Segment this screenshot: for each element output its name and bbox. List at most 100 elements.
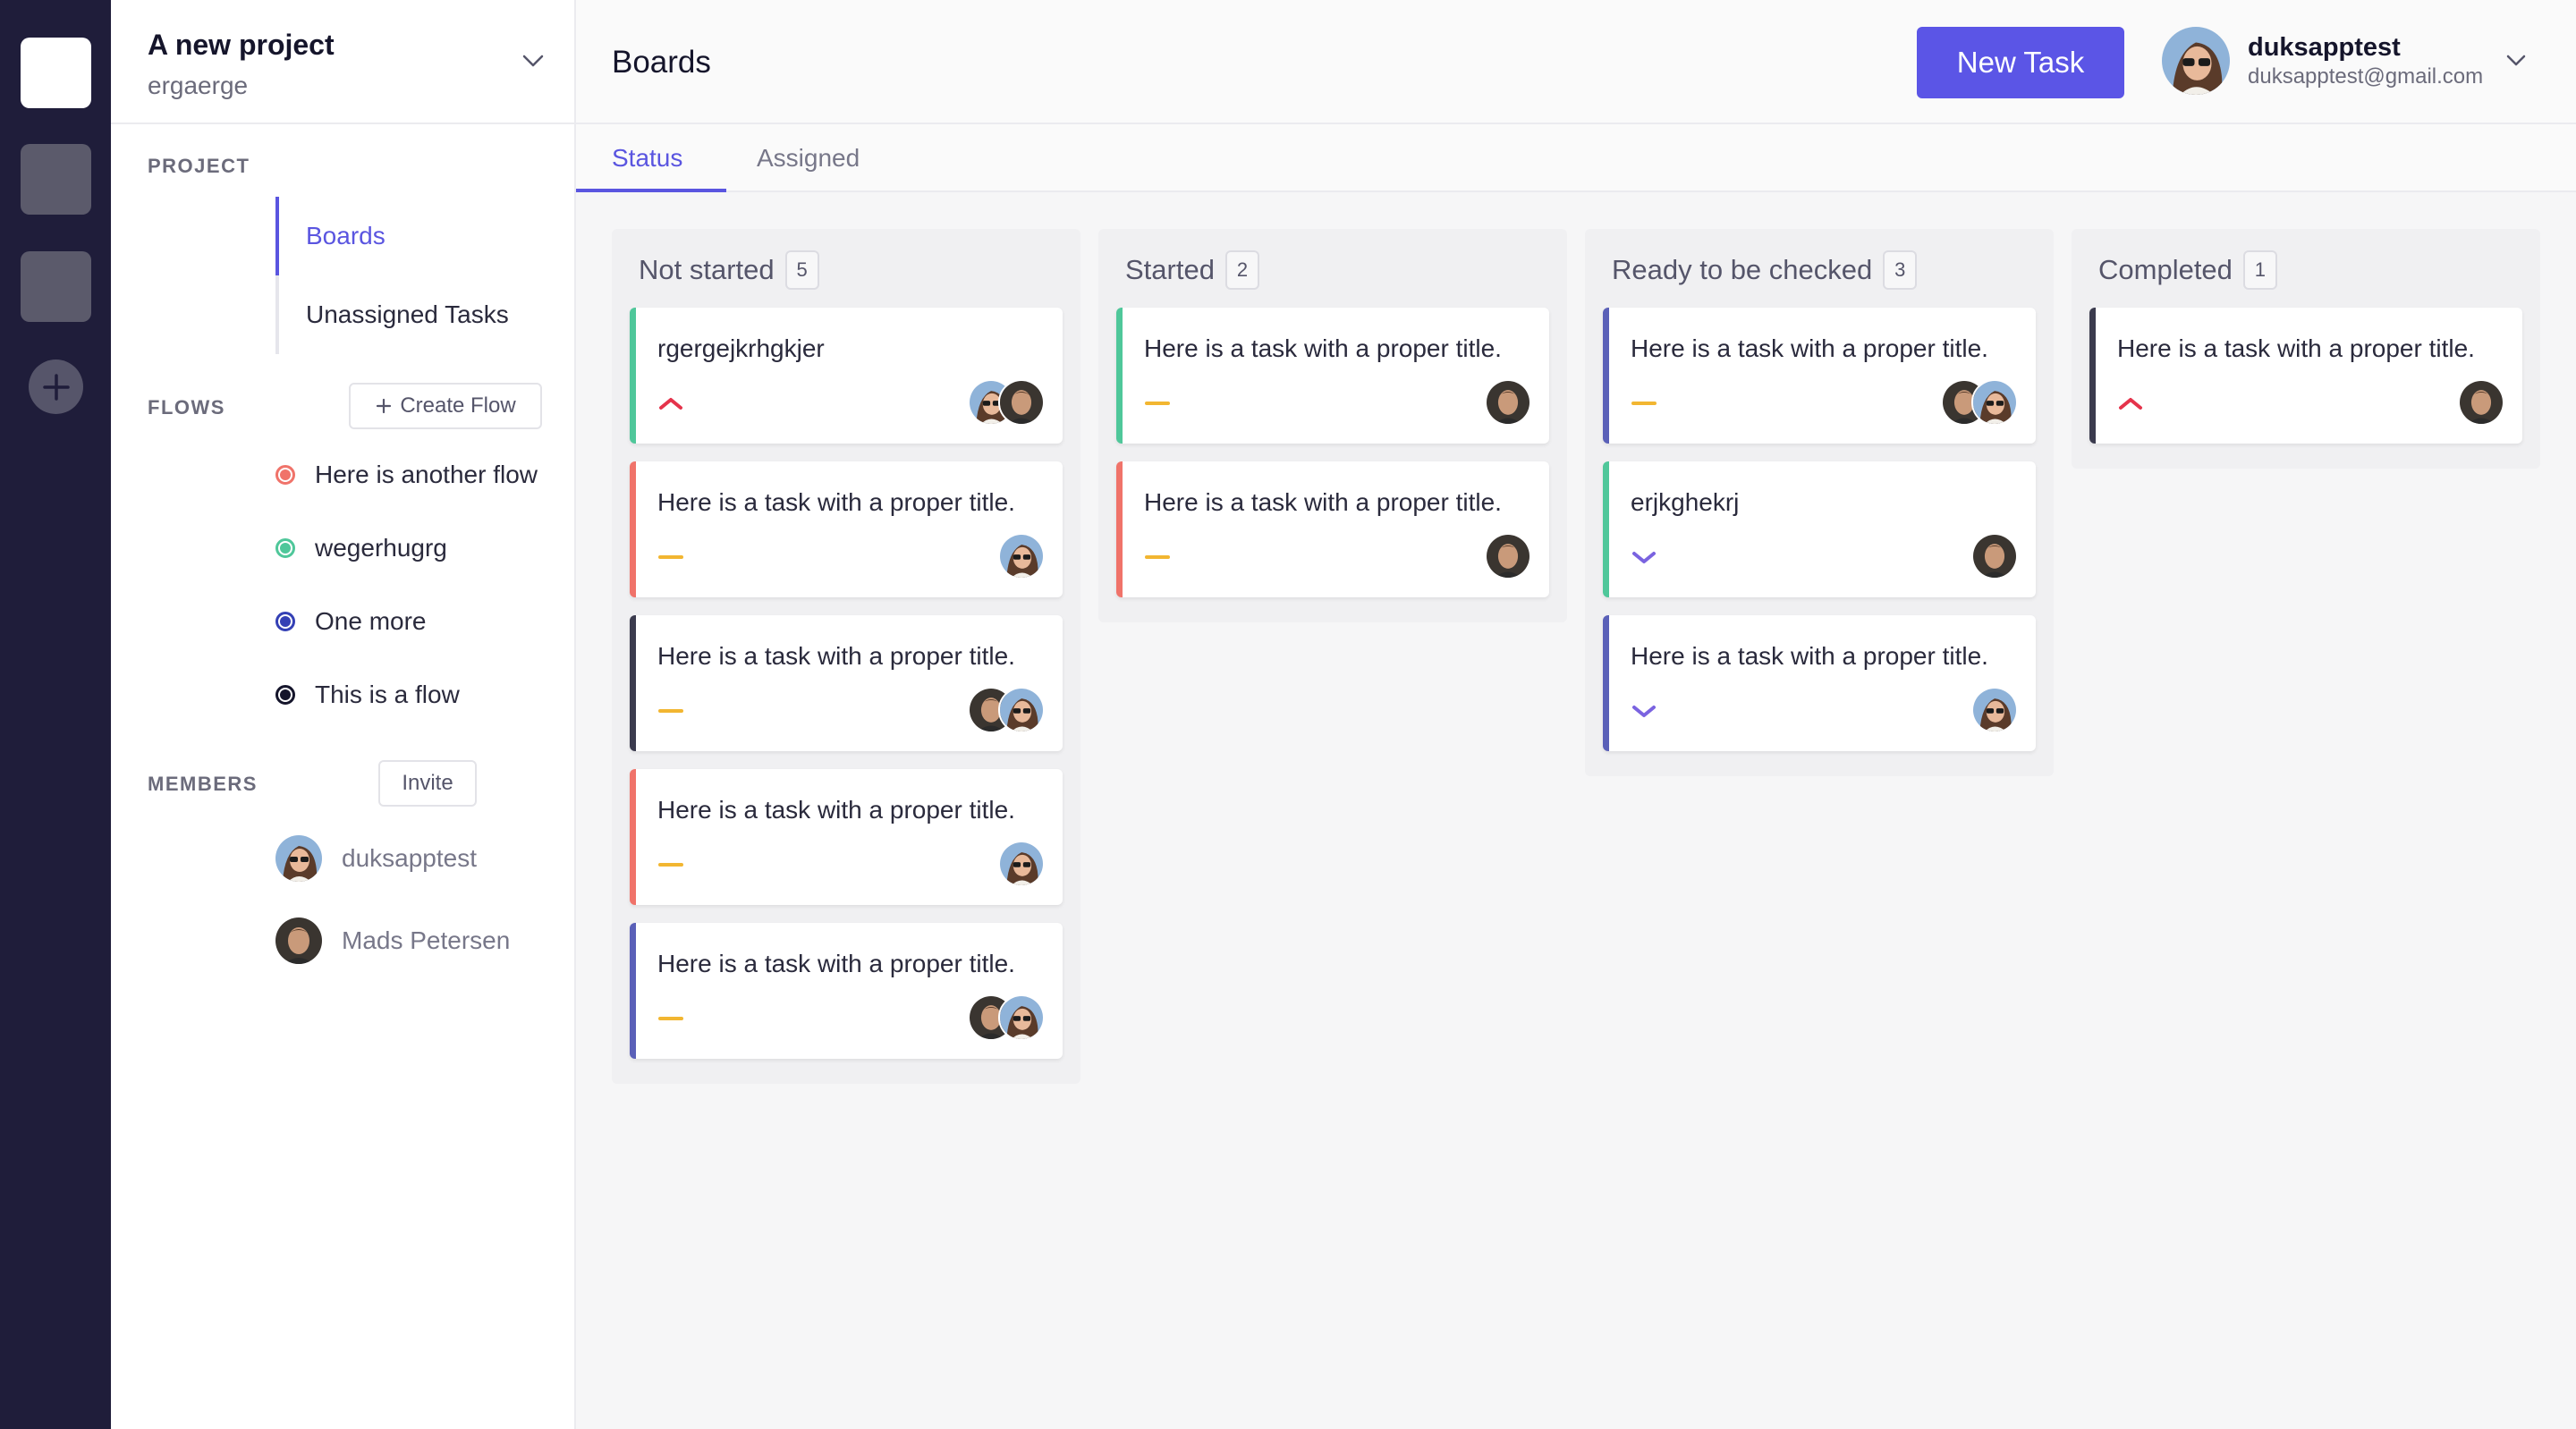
flow-item[interactable]: This is a flow	[275, 681, 460, 709]
workspace-button[interactable]	[21, 251, 91, 322]
board-column: Completed 1 Here is a task with a proper t…	[2072, 229, 2540, 469]
create-flow-button[interactable]: Create Flow	[349, 383, 542, 429]
task-title: Here is a task with a proper title.	[657, 950, 1015, 977]
plus-icon	[42, 373, 70, 401]
task-card[interactable]: Here is a task with a proper title.	[1603, 308, 2036, 444]
workspace-button-active[interactable]	[21, 38, 91, 108]
task-title: Here is a task with a proper title.	[1631, 642, 1988, 670]
workspace-rail	[0, 0, 111, 1429]
invite-button[interactable]: Invite	[378, 760, 477, 807]
user-menu[interactable]: duksapptest duksapptest@gmail.com	[2162, 27, 2528, 95]
flow-color-dot	[275, 465, 295, 485]
nav-item-unassigned-tasks[interactable]: Unassigned Tasks	[306, 300, 509, 329]
flows-section-label: FLOWS	[148, 396, 225, 419]
priority-medium-icon	[1145, 402, 1170, 405]
flow-color-dot	[275, 685, 295, 705]
add-workspace-button[interactable]	[29, 359, 83, 414]
priority-medium-icon	[1631, 402, 1657, 405]
flow-item[interactable]: One more	[275, 607, 427, 636]
member-name: duksapptest	[342, 844, 477, 872]
project-subtitle: ergaerge	[148, 72, 249, 99]
new-task-button[interactable]: New Task	[1917, 27, 2124, 98]
priority-high-icon	[659, 398, 682, 410]
flow-item[interactable]: Here is another flow	[275, 461, 538, 489]
assignee-avatar	[1971, 379, 2018, 426]
flow-item[interactable]: wegerhugrg	[275, 534, 447, 562]
workspace-button[interactable]	[21, 144, 91, 215]
task-card[interactable]: Here is a task with a proper title.	[1116, 308, 1549, 444]
task-assignees	[1941, 379, 2018, 426]
nav-item-boards[interactable]: Boards	[306, 222, 386, 250]
task-title: rgergejkrhgkjer	[657, 334, 825, 362]
task-card[interactable]: erjkghekrj	[1603, 461, 2036, 597]
top-bar: Boards New Task duksapptest duksapptest@…	[576, 0, 2576, 124]
column-header: Completed 1	[2098, 250, 2277, 290]
column-header: Not started 5	[639, 250, 819, 290]
nav-active-indicator	[275, 197, 279, 275]
flow-label: Here is another flow	[315, 461, 538, 488]
invite-label: Invite	[402, 771, 453, 795]
column-title: Not started	[639, 254, 775, 285]
chevron-down-icon[interactable]	[2504, 53, 2528, 69]
flow-label: This is a flow	[315, 681, 460, 708]
member-name: Mads Petersen	[342, 926, 511, 954]
task-title: Here is a task with a proper title.	[1631, 334, 1988, 362]
flow-color-dot	[275, 612, 295, 631]
assignee-avatar	[1485, 379, 1531, 426]
members-section-label: MEMBERS	[148, 773, 258, 795]
board-column: Not started 5 rgergejkrhgkjer Here is a tas…	[612, 229, 1080, 1084]
task-assignees	[1485, 533, 1531, 579]
task-assignees	[2458, 379, 2504, 426]
avatar	[275, 917, 322, 964]
flow-color-dot	[275, 538, 295, 558]
board-column: Ready to be checked 3 Here is a task with …	[1585, 229, 2054, 776]
column-count-badge: 2	[1224, 250, 1259, 290]
column-count-badge: 1	[2242, 250, 2277, 290]
task-title: Here is a task with a proper title.	[1144, 334, 1502, 362]
create-flow-label: Create Flow	[400, 393, 516, 418]
task-title: erjkghekrj	[1631, 488, 1740, 516]
task-card[interactable]: Here is a task with a proper title.	[630, 923, 1063, 1059]
priority-high-icon	[2119, 398, 2142, 410]
task-card[interactable]: rgergejkrhgkjer	[630, 308, 1063, 444]
task-assignees	[1971, 533, 2018, 579]
assignee-avatar	[1971, 533, 2018, 579]
flow-label: wegerhugrg	[315, 534, 447, 562]
task-title: Here is a task with a proper title.	[657, 642, 1015, 670]
board-column: Started 2 Here is a task with a proper tit…	[1098, 229, 1567, 622]
assignee-avatar	[998, 841, 1045, 887]
assignee-avatar	[998, 687, 1045, 733]
task-card[interactable]: Here is a task with a proper title.	[1116, 461, 1549, 597]
project-name: A new project	[148, 29, 335, 61]
assignee-avatar	[998, 994, 1045, 1041]
column-title: Started	[1125, 254, 1215, 285]
task-assignees	[1485, 379, 1531, 426]
member-item[interactable]: Mads Petersen	[275, 917, 510, 964]
assignee-avatar	[1485, 533, 1531, 579]
avatar	[275, 835, 322, 882]
assignee-avatar	[998, 533, 1045, 579]
member-item[interactable]: duksapptest	[275, 835, 477, 882]
task-title: Here is a task with a proper title.	[2117, 334, 2475, 362]
task-card[interactable]: Here is a task with a proper title.	[630, 461, 1063, 597]
user-name: duksapptest	[2248, 32, 2401, 62]
task-assignees	[998, 841, 1045, 887]
task-card[interactable]: Here is a task with a proper title.	[630, 615, 1063, 751]
priority-low-icon	[1632, 706, 1656, 717]
task-card[interactable]: Here is a task with a proper title.	[2089, 308, 2522, 444]
priority-medium-icon	[658, 709, 683, 713]
column-count-badge: 3	[1883, 250, 1918, 290]
task-assignees	[968, 687, 1045, 733]
tab-assigned[interactable]: Assigned	[757, 124, 860, 192]
project-switcher[interactable]: A new project ergaerge	[111, 0, 574, 124]
task-card[interactable]: Here is a task with a proper title.	[1603, 615, 2036, 751]
assignee-avatar	[2458, 379, 2504, 426]
column-count-badge: 5	[784, 250, 819, 290]
task-assignees	[968, 379, 1045, 426]
tab-status[interactable]: Status	[612, 124, 682, 192]
column-title: Ready to be checked	[1612, 254, 1873, 285]
page-title: Boards	[612, 45, 711, 80]
priority-medium-icon	[658, 555, 683, 559]
chevron-down-icon[interactable]	[521, 52, 546, 70]
task-card[interactable]: Here is a task with a proper title.	[630, 769, 1063, 905]
